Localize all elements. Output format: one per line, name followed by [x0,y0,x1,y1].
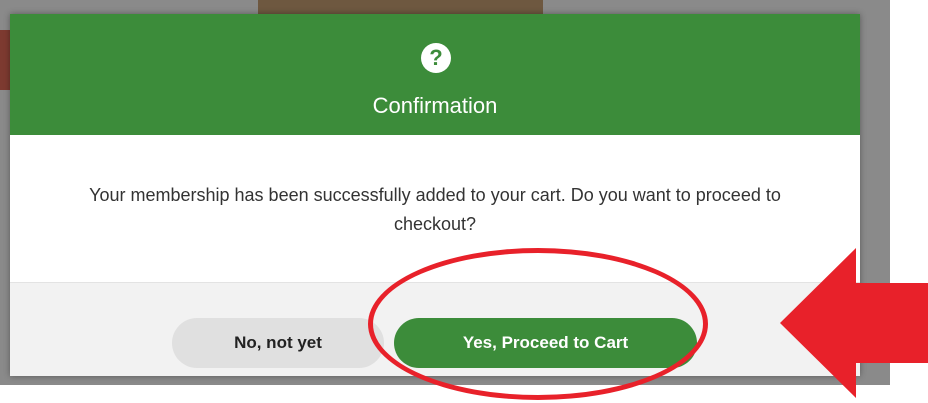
highlight-ellipse [368,248,708,400]
dialog-title: Confirmation [372,93,498,118]
question-mark-icon: ? [421,43,451,73]
no-not-yet-button[interactable]: No, not yet [172,318,384,368]
red-arrow-icon [780,248,928,398]
background-edge [0,30,10,90]
dialog-message: Your membership has been successfully ad… [89,185,781,234]
dialog-header: ? Confirmation [10,14,860,135]
background-banner [258,0,543,14]
